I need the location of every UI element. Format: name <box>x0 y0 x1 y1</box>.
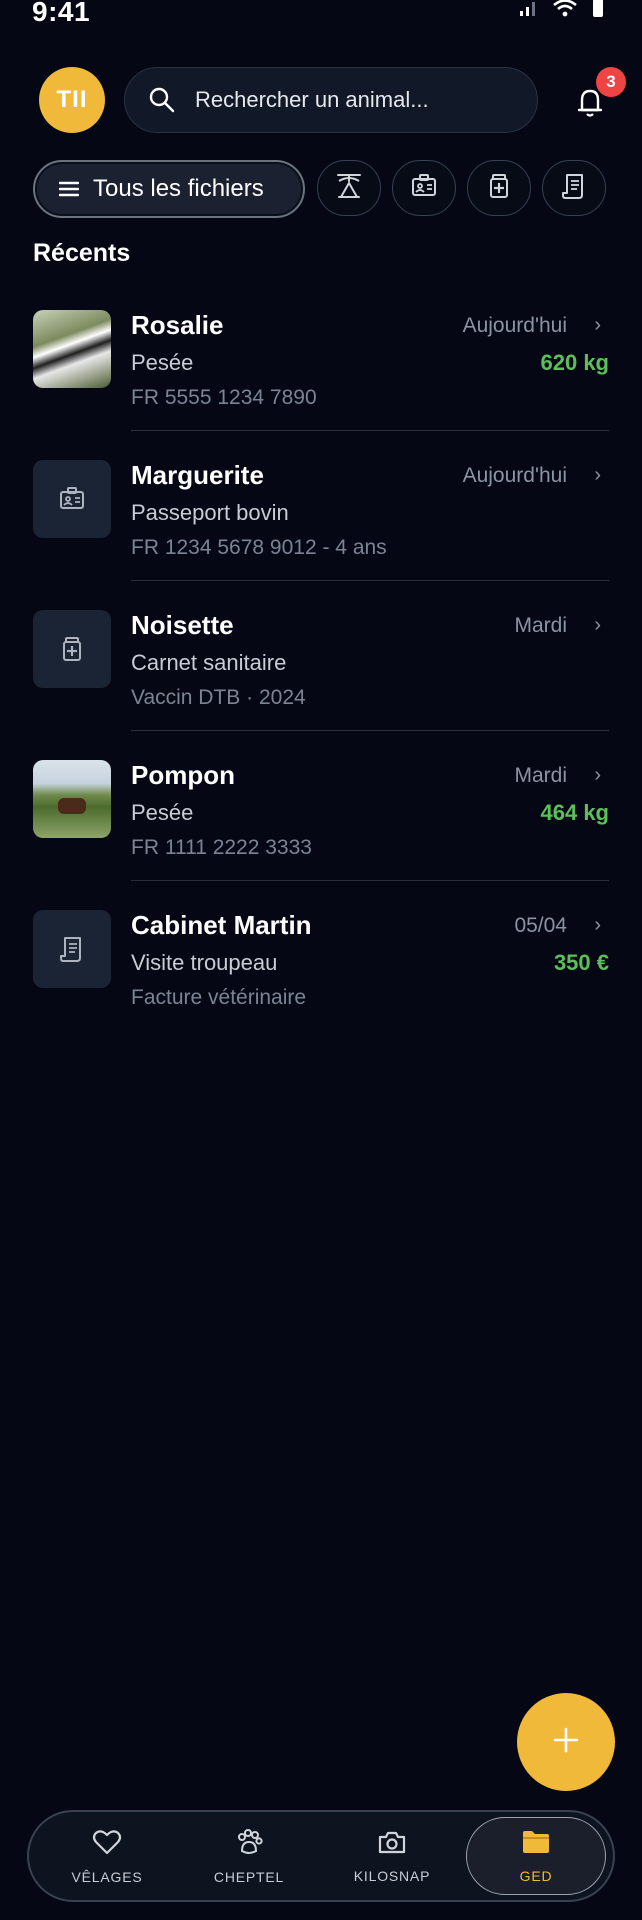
nav-label: VÊLAGES <box>71 1868 143 1885</box>
folder-icon <box>521 1829 551 1860</box>
heart-icon <box>92 1828 122 1861</box>
filter-invoice[interactable] <box>542 160 606 216</box>
list-item[interactable]: Marguerite Passeport bovin FR 1234 5678 … <box>33 460 609 610</box>
plus-icon <box>551 1725 581 1760</box>
list-item[interactable]: Pompon Pesée FR 1111 2222 3333 Mardi › 4… <box>33 760 609 910</box>
list-item[interactable]: Cabinet Martin Visite troupeau Facture v… <box>33 910 609 1060</box>
divider <box>131 730 609 731</box>
divider <box>131 880 609 881</box>
filter-health[interactable] <box>467 160 531 216</box>
item-meta: Facture vétérinaire <box>131 986 307 1009</box>
item-date: Aujourd'hui <box>462 314 567 337</box>
item-title: Marguerite <box>131 460 264 490</box>
animal-photo <box>33 310 111 388</box>
filter-passport[interactable] <box>392 160 456 216</box>
divider <box>131 580 609 581</box>
item-subtitle: Passeport bovin <box>131 500 289 525</box>
chevron-right-icon: › <box>594 764 601 786</box>
item-value: 350 € <box>553 950 609 975</box>
filter-all-files[interactable]: Tous les fichiers <box>33 160 305 218</box>
nav-kilosnap[interactable]: KILOSNAP <box>322 1812 462 1900</box>
chevron-right-icon: › <box>594 914 601 936</box>
nav-velages[interactable]: VÊLAGES <box>37 1812 177 1900</box>
nav-cheptel[interactable]: CHEPTEL <box>179 1812 319 1900</box>
item-title: Rosalie <box>131 310 224 340</box>
nav-label: KILOSNAP <box>353 1867 431 1884</box>
animal-photo <box>33 760 111 838</box>
signal-icon <box>518 0 538 22</box>
camera-icon <box>377 1829 407 1860</box>
item-value: 620 kg <box>540 350 610 375</box>
medicine-icon <box>33 610 111 688</box>
item-meta: FR 1111 2222 3333 <box>131 836 312 859</box>
list-item[interactable]: Noisette Carnet sanitaire Vaccin DTB · 2… <box>33 610 609 760</box>
item-date: Mardi <box>514 614 567 637</box>
nav-label: CHEPTEL <box>213 1868 285 1885</box>
invoice-icon <box>559 171 589 206</box>
wifi-icon <box>552 0 578 23</box>
id-card-icon <box>33 460 111 538</box>
item-meta: Vaccin DTB · 2024 <box>131 686 306 709</box>
item-title: Pompon <box>131 760 235 790</box>
add-button[interactable] <box>517 1693 615 1791</box>
invoice-icon <box>33 910 111 988</box>
filter-all-files-label: Tous les fichiers <box>93 175 264 202</box>
status-icons <box>518 0 604 23</box>
item-meta: FR 1234 5678 9012 - 4 ans <box>131 536 387 559</box>
paw-icon <box>234 1828 264 1861</box>
id-card-icon <box>409 171 439 206</box>
bottom-nav: VÊLAGES CHEPTEL KILOSNAP GED <box>27 1810 615 1902</box>
item-meta: FR 5555 1234 7890 <box>131 386 317 409</box>
item-subtitle: Visite troupeau <box>131 950 278 975</box>
list-item[interactable]: Rosalie Pesée FR 5555 1234 7890 Aujourd'… <box>33 310 609 460</box>
section-title-recent: Récents <box>33 239 131 267</box>
item-title: Noisette <box>131 610 234 640</box>
nav-label: GED <box>519 1867 553 1884</box>
item-subtitle: Pesée <box>131 350 194 375</box>
medicine-icon <box>484 171 514 206</box>
menu-icon <box>59 178 81 200</box>
avatar[interactable]: TII <box>39 67 105 133</box>
divider <box>131 430 609 431</box>
weigh-scale-icon <box>334 171 364 206</box>
search-bar[interactable]: Rechercher un animal... <box>124 67 538 133</box>
chevron-right-icon: › <box>594 314 601 336</box>
item-date: 05/04 <box>514 914 567 937</box>
item-value: 464 kg <box>540 800 610 825</box>
battery-icon <box>592 0 604 23</box>
filter-weighing[interactable] <box>317 160 381 216</box>
chevron-right-icon: › <box>594 464 601 486</box>
search-icon <box>147 85 177 115</box>
item-subtitle: Pesée <box>131 800 194 825</box>
chevron-right-icon: › <box>594 614 601 636</box>
item-date: Aujourd'hui <box>462 464 567 487</box>
status-bar: 9:41 <box>0 0 642 30</box>
notification-badge: 3 <box>596 67 626 97</box>
search-input[interactable]: Rechercher un animal... <box>195 87 429 113</box>
item-date: Mardi <box>514 764 567 787</box>
item-subtitle: Carnet sanitaire <box>131 650 287 675</box>
item-title: Cabinet Martin <box>131 910 312 940</box>
status-time: 9:41 <box>32 0 91 27</box>
nav-ged[interactable]: GED <box>466 1817 606 1895</box>
